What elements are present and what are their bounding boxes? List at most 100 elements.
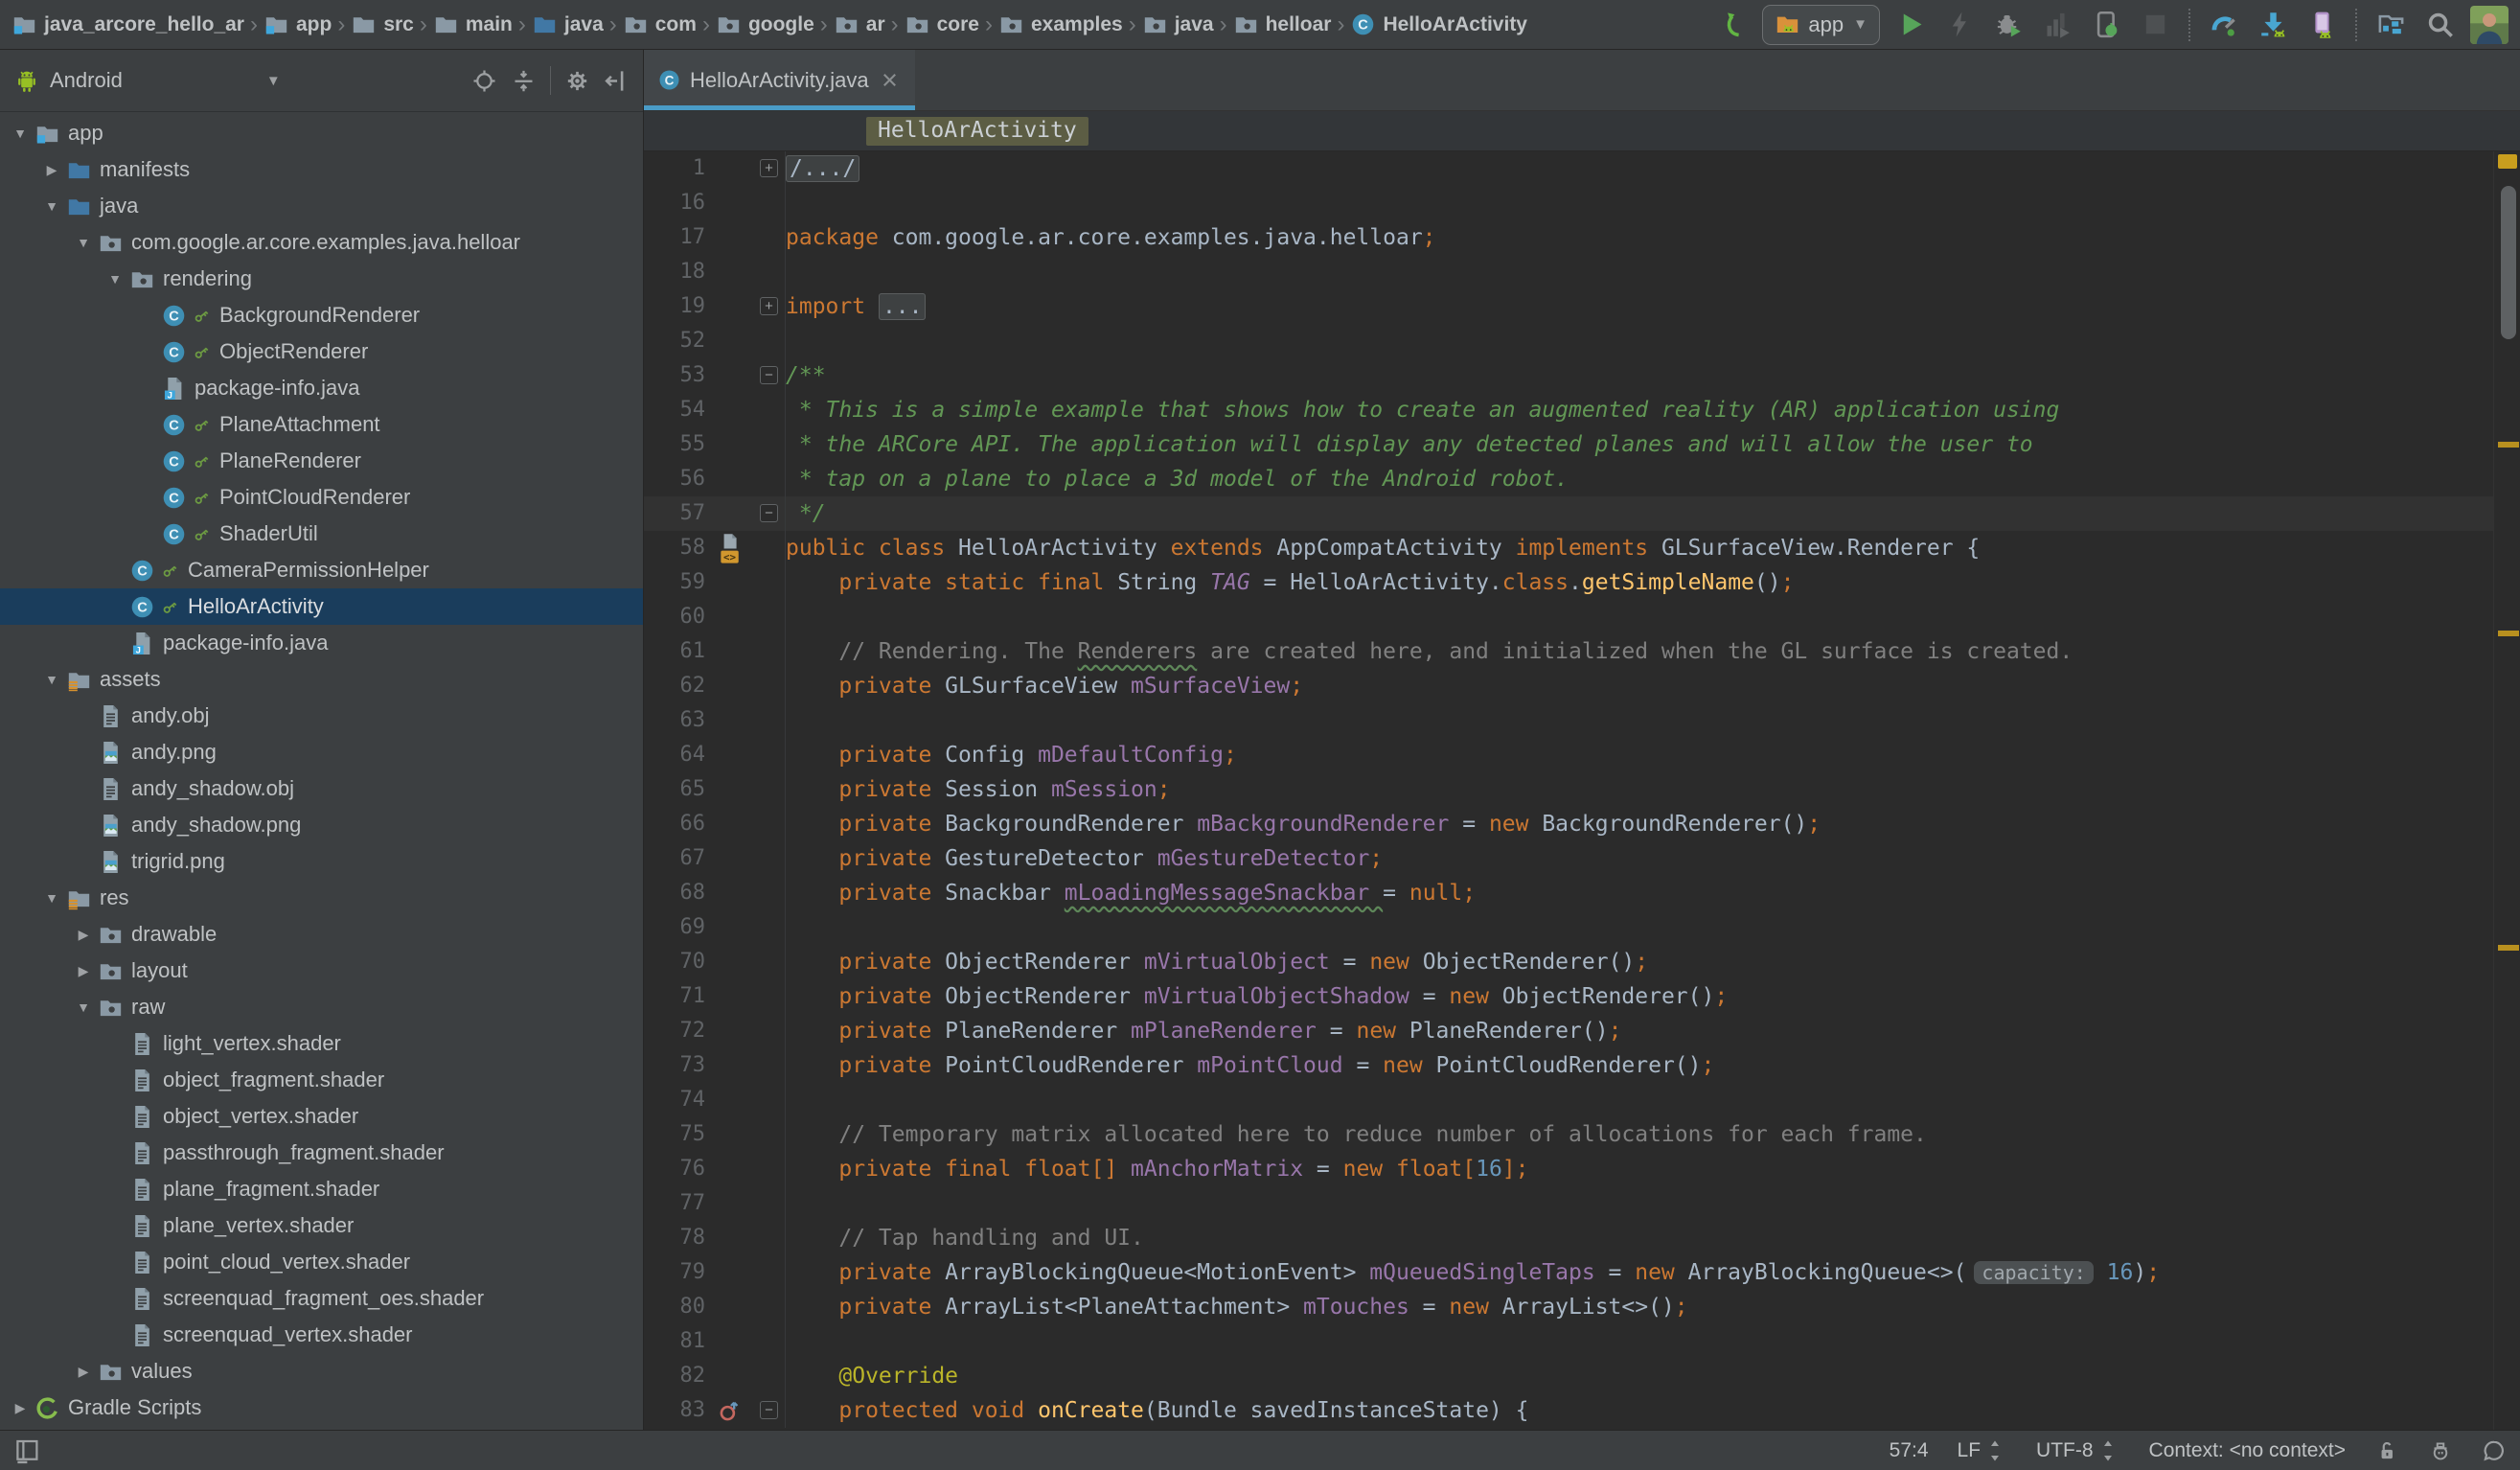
inspection-status-indicator[interactable] [2498,154,2517,169]
fold-expand-icon[interactable]: + [760,297,778,315]
tree-item-shaderutil[interactable]: CShaderUtil [0,516,643,552]
tree-item-andy-obj[interactable]: andy.obj [0,698,643,734]
tree-item-values[interactable]: ▶values [0,1353,643,1390]
fold-collapse-icon[interactable]: − [760,366,778,384]
tree-item-res[interactable]: ▼res [0,880,643,916]
debug-icon[interactable] [1990,7,2027,43]
run-configuration-chip[interactable]: app▼ [1762,5,1880,45]
tree-item-trigrid-png[interactable]: trigrid.png [0,843,643,880]
encoding-widget[interactable]: UTF-8 [2036,1438,2120,1463]
breadcrumb-item-core[interactable]: core [905,11,979,37]
breadcrumb-item-java-arcore-hello-ar[interactable]: java_arcore_hello_ar [11,11,244,37]
tree-item-screenquad-vertex-shader[interactable]: screenquad_vertex.shader [0,1317,643,1353]
expander-down-icon[interactable]: ▼ [69,235,98,250]
warning-stripe-mark[interactable] [2498,631,2519,636]
user-avatar[interactable] [2470,6,2509,44]
context-widget[interactable]: Context: <no context> [2149,1439,2346,1462]
tree-item-package-info-java[interactable]: Jpackage-info.java [0,370,643,406]
editor-tab-helloaractivity[interactable]: C HelloArActivity.java [644,50,915,110]
code-editor[interactable]: 1+/.../1617package com.google.ar.core.ex… [644,151,2520,1430]
tree-item-plane-vertex-shader[interactable]: plane_vertex.shader [0,1207,643,1244]
avd-manager-icon[interactable] [2303,7,2340,43]
close-icon[interactable] [878,68,902,92]
breadcrumb-item-src[interactable]: src [351,11,414,37]
tree-item-raw[interactable]: ▼raw [0,989,643,1025]
hide-panel-icon[interactable] [604,68,630,94]
tree-item-point-cloud-vertex-shader[interactable]: point_cloud_vertex.shader [0,1244,643,1280]
breadcrumb-item-java[interactable]: java [532,11,604,37]
caret-position-widget[interactable]: 57:4 [1890,1439,1929,1462]
tree-item-plane-fragment-shader[interactable]: plane_fragment.shader [0,1171,643,1207]
search-icon[interactable] [2421,7,2458,43]
expander-right-icon[interactable]: ▶ [69,927,98,943]
tree-item-com-google-ar-core-examples-java-helloar[interactable]: ▼com.google.ar.core.examples.java.helloa… [0,224,643,261]
expander-right-icon[interactable]: ▶ [69,963,98,979]
override-icon[interactable] [717,1393,757,1428]
line-separator-widget[interactable]: LF [1958,1438,2008,1463]
tree-item-passthrough-fragment-shader[interactable]: passthrough_fragment.shader [0,1135,643,1171]
tree-item-helloaractivity[interactable]: CHelloArActivity [0,588,643,625]
tree-item-layout[interactable]: ▶layout [0,953,643,989]
breadcrumb-item-main[interactable]: main [433,11,513,37]
sdk-manager-icon[interactable] [2255,7,2291,43]
fold-collapse-icon[interactable]: − [760,504,778,522]
tree-item-planeattachment[interactable]: CPlaneAttachment [0,406,643,443]
editor-breadcrumb-current[interactable]: HelloArActivity [866,117,1088,146]
breadcrumb-item-ar[interactable]: ar [834,11,885,37]
tree-item-backgroundrenderer[interactable]: CBackgroundRenderer [0,297,643,333]
expander-down-icon[interactable]: ▼ [101,271,129,287]
fold-collapse-icon[interactable]: − [760,1401,778,1419]
attach-debugger-icon[interactable] [2088,7,2124,43]
tree-item-andy-shadow-obj[interactable]: andy_shadow.obj [0,770,643,807]
breadcrumb-item-google[interactable]: google [716,11,814,37]
tree-item-rendering[interactable]: ▼rendering [0,261,643,297]
tree-item-app[interactable]: ▼app [0,115,643,151]
tree-item-package-info-java[interactable]: Jpackage-info.java [0,625,643,661]
tree-item-andy-shadow-png[interactable]: andy_shadow.png [0,807,643,843]
tool-window-toggle-icon[interactable] [13,1436,42,1465]
breadcrumb-item-java[interactable]: java [1142,11,1214,37]
tree-item-assets[interactable]: ▼assets [0,661,643,698]
gradle-sync-icon[interactable] [1713,7,1750,43]
breadcrumb-item-app[interactable]: app [263,11,332,37]
chevron-down-icon[interactable]: ▼ [266,73,281,89]
settings-gear-icon[interactable] [564,68,590,94]
expander-right-icon[interactable]: ▶ [37,162,66,178]
tree-item-object-vertex-shader[interactable]: object_vertex.shader [0,1098,643,1135]
expander-down-icon[interactable]: ▼ [37,198,66,214]
breadcrumb-item-helloaractivity[interactable]: CHelloArActivity [1350,11,1527,37]
tree-item-screenquad-fragment-oes-shader[interactable]: screenquad_fragment_oes.shader [0,1280,643,1317]
inspection-profile-icon[interactable] [2428,1438,2453,1463]
breadcrumb-item-examples[interactable]: examples [998,11,1123,37]
tree-item-camerapermissionhelper[interactable]: CCameraPermissionHelper [0,552,643,588]
scrollbar-thumb[interactable] [2501,186,2516,339]
tree-item-pointcloudrenderer[interactable]: CPointCloudRenderer [0,479,643,516]
breadcrumb-item-helloar[interactable]: helloar [1233,11,1332,37]
expander-down-icon[interactable]: ▼ [69,999,98,1015]
tree-item-java[interactable]: ▼java [0,188,643,224]
locate-icon[interactable] [471,68,497,94]
run-icon[interactable] [1892,7,1929,43]
warning-stripe-mark[interactable] [2498,442,2519,448]
tree-item-object-fragment-shader[interactable]: object_fragment.shader [0,1062,643,1098]
profiler-gauge-icon[interactable] [2206,7,2242,43]
tree-item-manifests[interactable]: ▶manifests [0,151,643,188]
expander-down-icon[interactable]: ▼ [37,672,66,687]
warning-stripe-mark[interactable] [2498,945,2519,951]
event-log-icon[interactable] [2482,1438,2507,1463]
tree-item-drawable[interactable]: ▶drawable [0,916,643,953]
expander-down-icon[interactable]: ▼ [6,126,34,141]
collapse-all-icon[interactable] [511,68,537,94]
expander-down-icon[interactable]: ▼ [37,890,66,906]
lock-open-icon[interactable] [2374,1438,2399,1463]
tree-item-planerenderer[interactable]: CPlaneRenderer [0,443,643,479]
tree-item-objectrenderer[interactable]: CObjectRenderer [0,333,643,370]
expander-right-icon[interactable]: ▶ [6,1400,34,1416]
project-structure-icon[interactable] [2372,7,2409,43]
project-view-selector[interactable]: Android [50,68,123,93]
tree-item-light-vertex-shader[interactable]: light_vertex.shader [0,1025,643,1062]
breadcrumb-item-com[interactable]: com [623,11,697,37]
fold-expand-icon[interactable]: + [760,159,778,177]
expander-right-icon[interactable]: ▶ [69,1364,98,1380]
tree-item-gradle-scripts[interactable]: ▶Gradle Scripts [0,1390,643,1426]
